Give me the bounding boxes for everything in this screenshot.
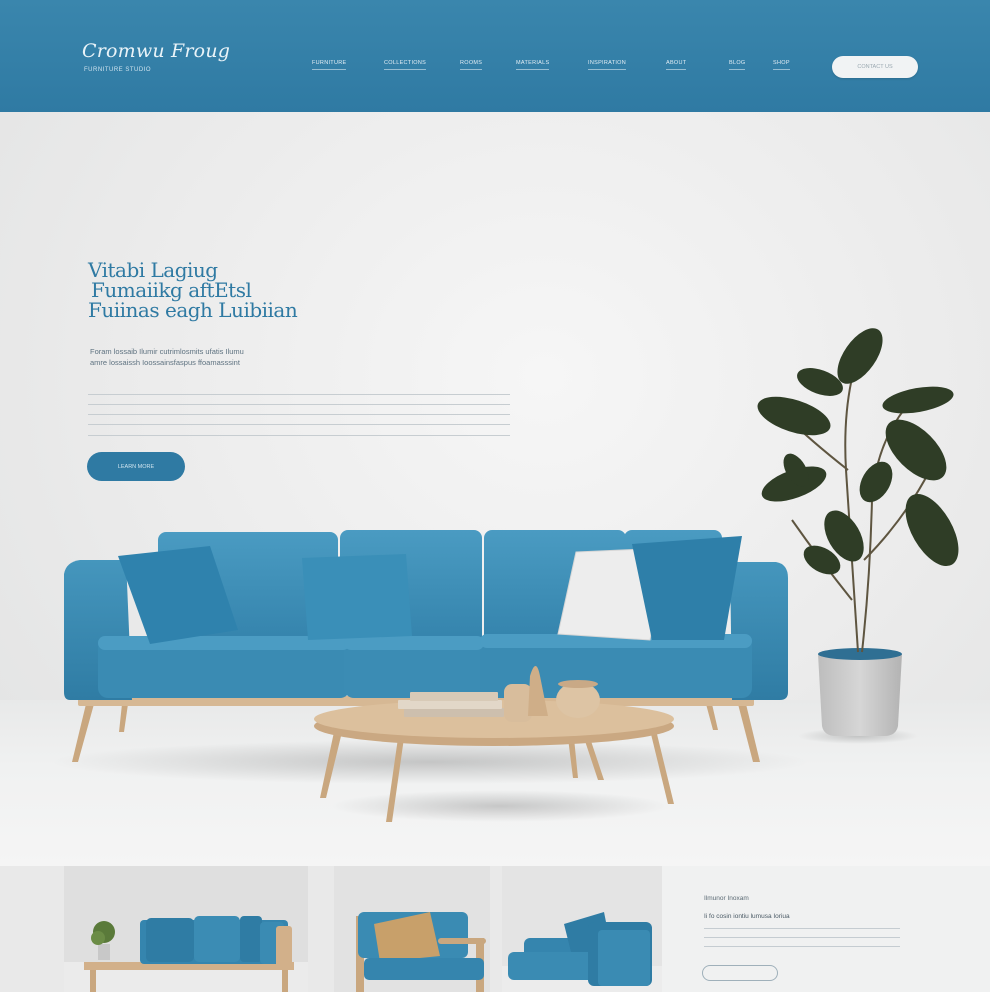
hero-living-room-image	[50, 328, 959, 822]
armchair-thumbnail-image	[334, 866, 490, 992]
book-stack	[398, 692, 504, 717]
info-card-title: Ilmunor Inoxam	[704, 895, 749, 902]
info-card-text: Ii fo cosin iontiu lumusa Ioriua	[704, 913, 790, 920]
info-rule	[704, 937, 900, 938]
table-shadow	[330, 790, 670, 822]
gallery-card-armchair[interactable]	[334, 866, 490, 992]
sofa-seat-cushions	[98, 634, 752, 698]
info-card-button[interactable]	[702, 965, 778, 981]
gallery-card-sofa[interactable]	[64, 866, 308, 992]
pillow-blue-center	[302, 554, 412, 640]
info-rule	[704, 928, 900, 929]
loveseat-thumbnail-image	[502, 866, 662, 992]
info-rule	[704, 946, 900, 947]
sofa-shadow	[50, 740, 810, 784]
gallery-card-loveseat[interactable]	[502, 866, 662, 992]
sofa-thumbnail-image	[64, 866, 308, 992]
